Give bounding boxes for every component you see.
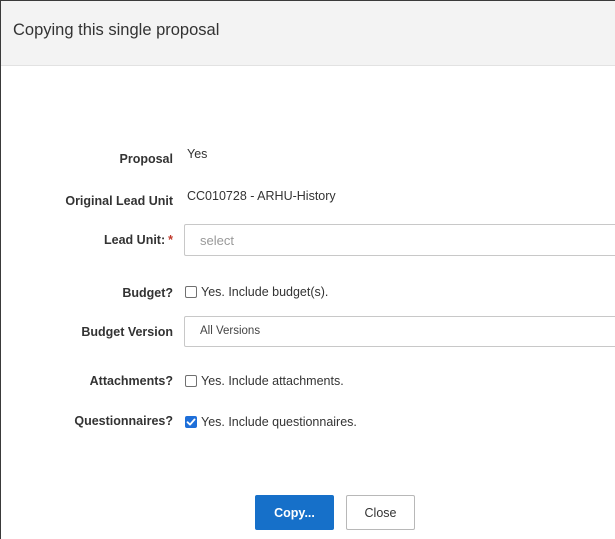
attachments-checkbox[interactable]	[185, 375, 197, 387]
questionnaires-label: Questionnaires?	[74, 414, 173, 428]
required-marker: *	[168, 233, 173, 247]
original-lead-unit-label: Original Lead Unit	[65, 194, 173, 208]
budget-version-label: Budget Version	[81, 325, 173, 339]
lead-unit-placeholder: select	[200, 233, 234, 248]
budget-version-select[interactable]: All Versions	[184, 316, 615, 347]
checkmark-icon	[186, 418, 196, 426]
attachments-label: Attachments?	[89, 374, 173, 388]
budget-option[interactable]: Yes. Include budget(s).	[185, 285, 328, 299]
questionnaires-checkbox-label[interactable]: Yes. Include questionnaires.	[201, 415, 357, 429]
questionnaires-option[interactable]: Yes. Include questionnaires.	[185, 415, 357, 429]
budget-checkbox-label[interactable]: Yes. Include budget(s).	[201, 285, 328, 299]
lead-unit-label-text: Lead Unit:	[104, 233, 166, 247]
dialog-header: Copying this single proposal	[1, 1, 615, 66]
lead-unit-label: Lead Unit: *	[0, 233, 173, 247]
copy-proposal-dialog: Copying this single proposal Proposal Ye…	[0, 0, 615, 539]
budget-checkbox[interactable]	[185, 286, 197, 298]
attachments-option[interactable]: Yes. Include attachments.	[185, 374, 344, 388]
attachments-checkbox-label[interactable]: Yes. Include attachments.	[201, 374, 344, 388]
dialog-title: Copying this single proposal	[13, 21, 220, 39]
budget-version-value: All Versions	[200, 325, 261, 337]
questionnaires-checkbox[interactable]	[185, 416, 197, 428]
proposal-value: Yes	[187, 147, 208, 161]
budget-label: Budget?	[122, 286, 173, 300]
copy-button[interactable]: Copy...	[255, 495, 334, 530]
proposal-label: Proposal	[119, 152, 174, 166]
original-lead-unit-value: CC010728 - ARHU-History	[187, 189, 336, 203]
lead-unit-select[interactable]: select	[184, 224, 615, 256]
close-button[interactable]: Close	[346, 495, 415, 530]
